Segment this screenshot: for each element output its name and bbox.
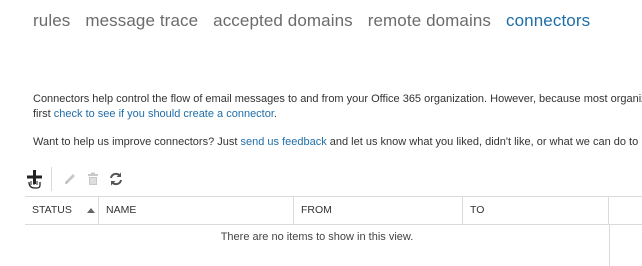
connectors-table: STATUS NAME FROM TO There are no items t… [25, 196, 642, 266]
column-header-name[interactable]: NAME [99, 197, 294, 224]
connectors-description: Connectors help control the flow of emai… [33, 92, 642, 122]
refresh-icon [110, 172, 122, 186]
tab-rules[interactable]: rules [33, 11, 70, 35]
delete-icon [88, 172, 98, 185]
column-header-from[interactable]: FROM [294, 197, 463, 224]
tab-message-trace[interactable]: message trace [85, 11, 198, 35]
details-pane-divider [609, 224, 610, 266]
check-connector-link[interactable]: check to see if you should create a conn… [54, 108, 274, 120]
toolbar-separator [51, 167, 53, 191]
edit-icon [65, 174, 75, 184]
feedback-suffix: and let us know what you liked, didn't l… [326, 136, 642, 148]
description-line-2: first check to see if you should create … [33, 107, 642, 122]
edit-button[interactable] [59, 168, 81, 190]
description-line-2-prefix: first [33, 108, 54, 120]
feedback-prefix: Want to help us improve connectors? Just [33, 136, 241, 148]
column-header-status[interactable]: STATUS [25, 197, 99, 224]
tab-remote-domains[interactable]: remote domains [368, 11, 491, 35]
empty-state-message: There are no items to show in this view. [220, 231, 414, 243]
tab-connectors[interactable]: connectors [506, 11, 590, 35]
description-line-1: Connectors help control the flow of emai… [33, 93, 642, 105]
tab-bar: rules message trace accepted domains rem… [33, 11, 590, 35]
add-button[interactable] [24, 168, 46, 190]
sort-ascending-icon [87, 208, 95, 213]
column-header-to[interactable]: TO [463, 197, 609, 224]
feedback-text: Want to help us improve connectors? Just… [33, 135, 642, 150]
refresh-button[interactable] [105, 168, 127, 190]
column-header-status-label: STATUS [32, 204, 72, 216]
description-line-2-suffix: . [273, 108, 277, 120]
delete-button[interactable] [82, 168, 104, 190]
add-icon [27, 170, 42, 189]
toolbar [24, 167, 128, 191]
send-feedback-link[interactable]: send us feedback [240, 136, 326, 148]
table-header: STATUS NAME FROM TO [25, 197, 642, 225]
tab-accepted-domains[interactable]: accepted domains [213, 11, 353, 35]
